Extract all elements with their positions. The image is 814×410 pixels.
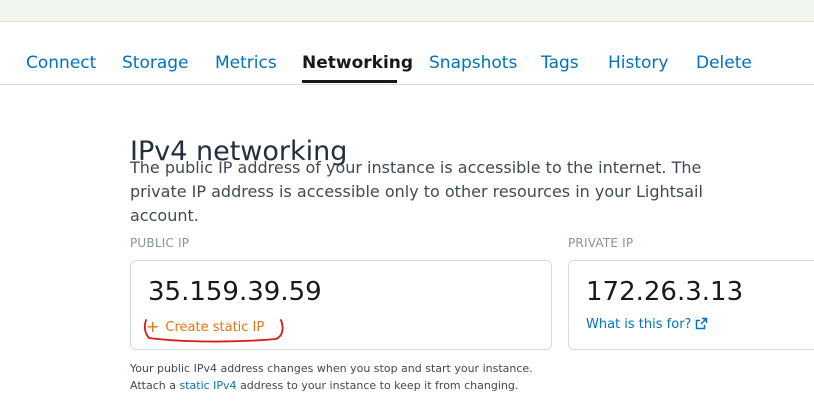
instance-tabs: Connect Storage Metrics Networking Snaps… <box>0 40 814 85</box>
tab-storage[interactable]: Storage <box>122 53 189 73</box>
public-ip-value: 35.159.39.59 <box>148 277 322 307</box>
private-ip-value: 172.26.3.13 <box>586 277 744 307</box>
public-ip-label: PUBLIC IP <box>130 236 190 250</box>
tab-metrics[interactable]: Metrics <box>215 53 277 73</box>
tab-tags[interactable]: Tags <box>541 53 579 73</box>
red-annotation-underline <box>143 319 284 343</box>
footnote-line-1: Your public IPv4 address changes when yo… <box>130 362 533 375</box>
tab-snapshots[interactable]: Snapshots <box>429 53 517 73</box>
private-ip-card: 172.26.3.13 What is this for? <box>568 260 814 350</box>
tab-history[interactable]: History <box>608 53 668 73</box>
tab-connect[interactable]: Connect <box>26 53 96 73</box>
footnote-line-2: Attach a static IPv4 address to your ins… <box>130 377 533 394</box>
static-ipv4-link[interactable]: static IPv4 <box>179 379 236 392</box>
external-link-icon <box>696 317 708 330</box>
tab-networking[interactable]: Networking <box>302 53 413 73</box>
private-ip-label: PRIVATE IP <box>568 236 634 250</box>
footnote-suffix: address to your instance to keep it from… <box>240 379 519 392</box>
active-tab-indicator <box>302 80 397 83</box>
what-is-this-link[interactable]: What is this for? <box>586 317 708 332</box>
section-description: The public IP address of your instance i… <box>130 158 703 225</box>
what-is-this-label: What is this for? <box>586 317 692 332</box>
tab-delete[interactable]: Delete <box>696 53 752 73</box>
top-banner-strip <box>0 0 814 22</box>
footnote-prefix: Attach a <box>130 379 176 392</box>
ip-footnote: Your public IPv4 address changes when yo… <box>130 360 533 394</box>
